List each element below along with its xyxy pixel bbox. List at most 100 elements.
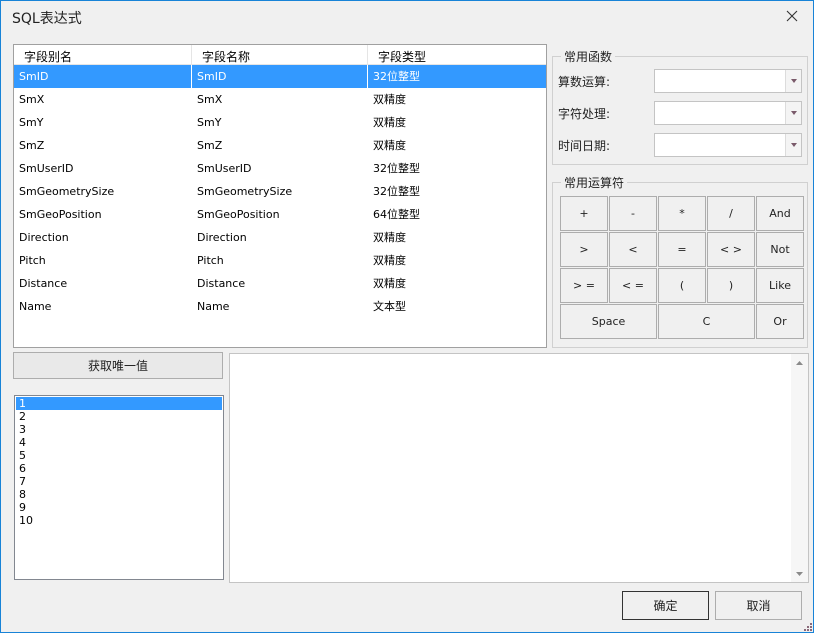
close-button[interactable] bbox=[777, 3, 807, 29]
operator-button[interactable]: = bbox=[658, 232, 706, 267]
scroll-up-button[interactable] bbox=[791, 354, 808, 371]
close-icon bbox=[786, 10, 798, 22]
field-type-cell: 双精度 bbox=[373, 254, 406, 267]
vertical-scrollbar[interactable] bbox=[791, 354, 808, 582]
column-header-type[interactable]: 字段类型 bbox=[368, 45, 546, 64]
table-row[interactable]: SmUserID SmUserID 32位整型 bbox=[14, 157, 546, 180]
table-row[interactable]: Distance Distance 双精度 bbox=[14, 272, 546, 295]
arithmetic-combo-value bbox=[655, 70, 785, 92]
table-row[interactable]: SmID SmID 32位整型 bbox=[14, 65, 546, 88]
unique-value-item[interactable]: 5 bbox=[16, 449, 222, 462]
table-row[interactable]: Name Name 文本型 bbox=[14, 295, 546, 318]
unique-value-item[interactable]: 9 bbox=[16, 501, 222, 514]
cancel-button[interactable]: 取消 bbox=[715, 591, 802, 620]
field-name-cell: SmGeoPosition bbox=[197, 208, 280, 221]
field-alias-cell: SmUserID bbox=[19, 162, 74, 175]
operator-button[interactable]: > bbox=[560, 232, 608, 267]
unique-value-item[interactable]: 1 bbox=[16, 397, 222, 410]
scroll-down-button[interactable] bbox=[791, 565, 808, 582]
field-name-cell: Pitch bbox=[197, 254, 224, 267]
string-row: 字符处理: bbox=[558, 101, 802, 125]
field-alias-cell: SmZ bbox=[19, 139, 45, 152]
field-type-cell: 双精度 bbox=[373, 139, 406, 152]
table-row[interactable]: Direction Direction 双精度 bbox=[14, 226, 546, 249]
arithmetic-label: 算数运算: bbox=[558, 74, 611, 89]
field-alias-cell: Direction bbox=[19, 231, 69, 244]
operator-button[interactable]: Space bbox=[560, 304, 657, 339]
operator-button[interactable]: / bbox=[707, 196, 755, 231]
dropdown-arrow-icon[interactable] bbox=[785, 102, 801, 124]
operator-button[interactable]: * bbox=[658, 196, 706, 231]
operator-button[interactable]: + bbox=[560, 196, 608, 231]
unique-value-item[interactable]: 10 bbox=[16, 514, 222, 527]
operator-button[interactable]: Not bbox=[756, 232, 804, 267]
string-combo[interactable] bbox=[654, 101, 802, 125]
expression-editor bbox=[229, 353, 809, 583]
operator-button[interactable]: > = bbox=[560, 268, 608, 303]
table-row[interactable]: SmGeoPosition SmGeoPosition 64位整型 bbox=[14, 203, 546, 226]
get-unique-values-button[interactable]: 获取唯一值 bbox=[13, 352, 223, 379]
unique-value-item[interactable]: 2 bbox=[16, 410, 222, 423]
field-alias-cell: SmX bbox=[19, 93, 45, 106]
common-operators-group: 常用运算符 + - * / And > < = < > Not > = < =() Like Space C… bbox=[552, 174, 808, 348]
table-row[interactable]: SmX SmX 双精度 bbox=[14, 88, 546, 111]
common-operators-title: 常用运算符 bbox=[561, 174, 628, 191]
resize-grip-icon[interactable] bbox=[802, 621, 812, 631]
field-alias-cell: Name bbox=[19, 300, 52, 313]
operator-button[interactable]: < = bbox=[609, 268, 657, 303]
operator-button[interactable]: And bbox=[756, 196, 804, 231]
field-type-cell: 32位整型 bbox=[373, 185, 420, 198]
datetime-row: 时间日期: bbox=[558, 133, 802, 157]
field-type-cell: 32位整型 bbox=[373, 70, 420, 83]
table-header: 字段别名 字段名称 字段类型 bbox=[14, 45, 546, 65]
operator-button[interactable]: < bbox=[609, 232, 657, 267]
field-type-cell: 双精度 bbox=[373, 93, 406, 106]
field-name-cell: Name bbox=[197, 300, 230, 313]
operator-button[interactable]: Or bbox=[756, 304, 804, 339]
datetime-combo[interactable] bbox=[654, 133, 802, 157]
unique-value-item[interactable]: 8 bbox=[16, 488, 222, 501]
arithmetic-row: 算数运算: bbox=[558, 69, 802, 93]
field-name-cell: SmUserID bbox=[197, 162, 252, 175]
table-row[interactable]: Pitch Pitch 双精度 bbox=[14, 249, 546, 272]
field-name-cell: Distance bbox=[197, 277, 246, 290]
scroll-down-icon bbox=[796, 571, 803, 576]
table-row[interactable]: SmZ SmZ 双精度 bbox=[14, 134, 546, 157]
unique-value-item[interactable]: 3 bbox=[16, 423, 222, 436]
field-alias-cell: SmY bbox=[19, 116, 44, 129]
field-name-cell: SmX bbox=[197, 93, 223, 106]
field-type-cell: 双精度 bbox=[373, 116, 406, 129]
table-row[interactable]: SmGeometrySize SmGeometrySize 32位整型 bbox=[14, 180, 546, 203]
string-combo-value bbox=[655, 102, 785, 124]
field-type-cell: 双精度 bbox=[373, 231, 406, 244]
common-functions-title: 常用函数 bbox=[561, 48, 616, 65]
unique-value-item[interactable]: 7 bbox=[16, 475, 222, 488]
datetime-label: 时间日期: bbox=[558, 138, 611, 153]
unique-value-item[interactable]: 6 bbox=[16, 462, 222, 475]
dialog-title: SQL表达式 bbox=[12, 11, 82, 27]
unique-value-item[interactable]: 4 bbox=[16, 436, 222, 449]
operator-grid: + - * / And > < = < > Not > = < =() Like Space C Or bbox=[560, 196, 805, 339]
field-type-cell: 32位整型 bbox=[373, 162, 420, 175]
dropdown-arrow-icon[interactable] bbox=[785, 70, 801, 92]
unique-values-list[interactable]: 1 2 3 4 5 6 7 8 9 10 bbox=[14, 395, 224, 580]
operator-button[interactable]: - bbox=[609, 196, 657, 231]
column-header-alias[interactable]: 字段别名 bbox=[14, 45, 192, 64]
arithmetic-combo[interactable] bbox=[654, 69, 802, 93]
ok-button[interactable]: 确定 bbox=[622, 591, 709, 620]
title-bar: SQL表达式 bbox=[1, 1, 813, 32]
expression-input[interactable] bbox=[230, 354, 792, 582]
operator-button[interactable]: < > bbox=[707, 232, 755, 267]
operator-button[interactable]: C bbox=[658, 304, 755, 339]
column-header-name[interactable]: 字段名称 bbox=[192, 45, 368, 64]
operator-button[interactable]: Like bbox=[756, 268, 804, 303]
field-alias-cell: SmID bbox=[14, 65, 192, 88]
field-table[interactable]: 字段别名 字段名称 字段类型 SmID SmID 32位整型 SmX SmX 双精度 SmY… bbox=[13, 44, 547, 348]
dropdown-arrow-icon[interactable] bbox=[785, 134, 801, 156]
operator-button[interactable]: ( bbox=[658, 268, 706, 303]
operator-button[interactable]: ) bbox=[707, 268, 755, 303]
field-alias-cell: SmGeometrySize bbox=[19, 185, 115, 198]
field-alias-cell: Distance bbox=[19, 277, 68, 290]
field-alias-cell: Pitch bbox=[19, 254, 46, 267]
table-row[interactable]: SmY SmY 双精度 bbox=[14, 111, 546, 134]
